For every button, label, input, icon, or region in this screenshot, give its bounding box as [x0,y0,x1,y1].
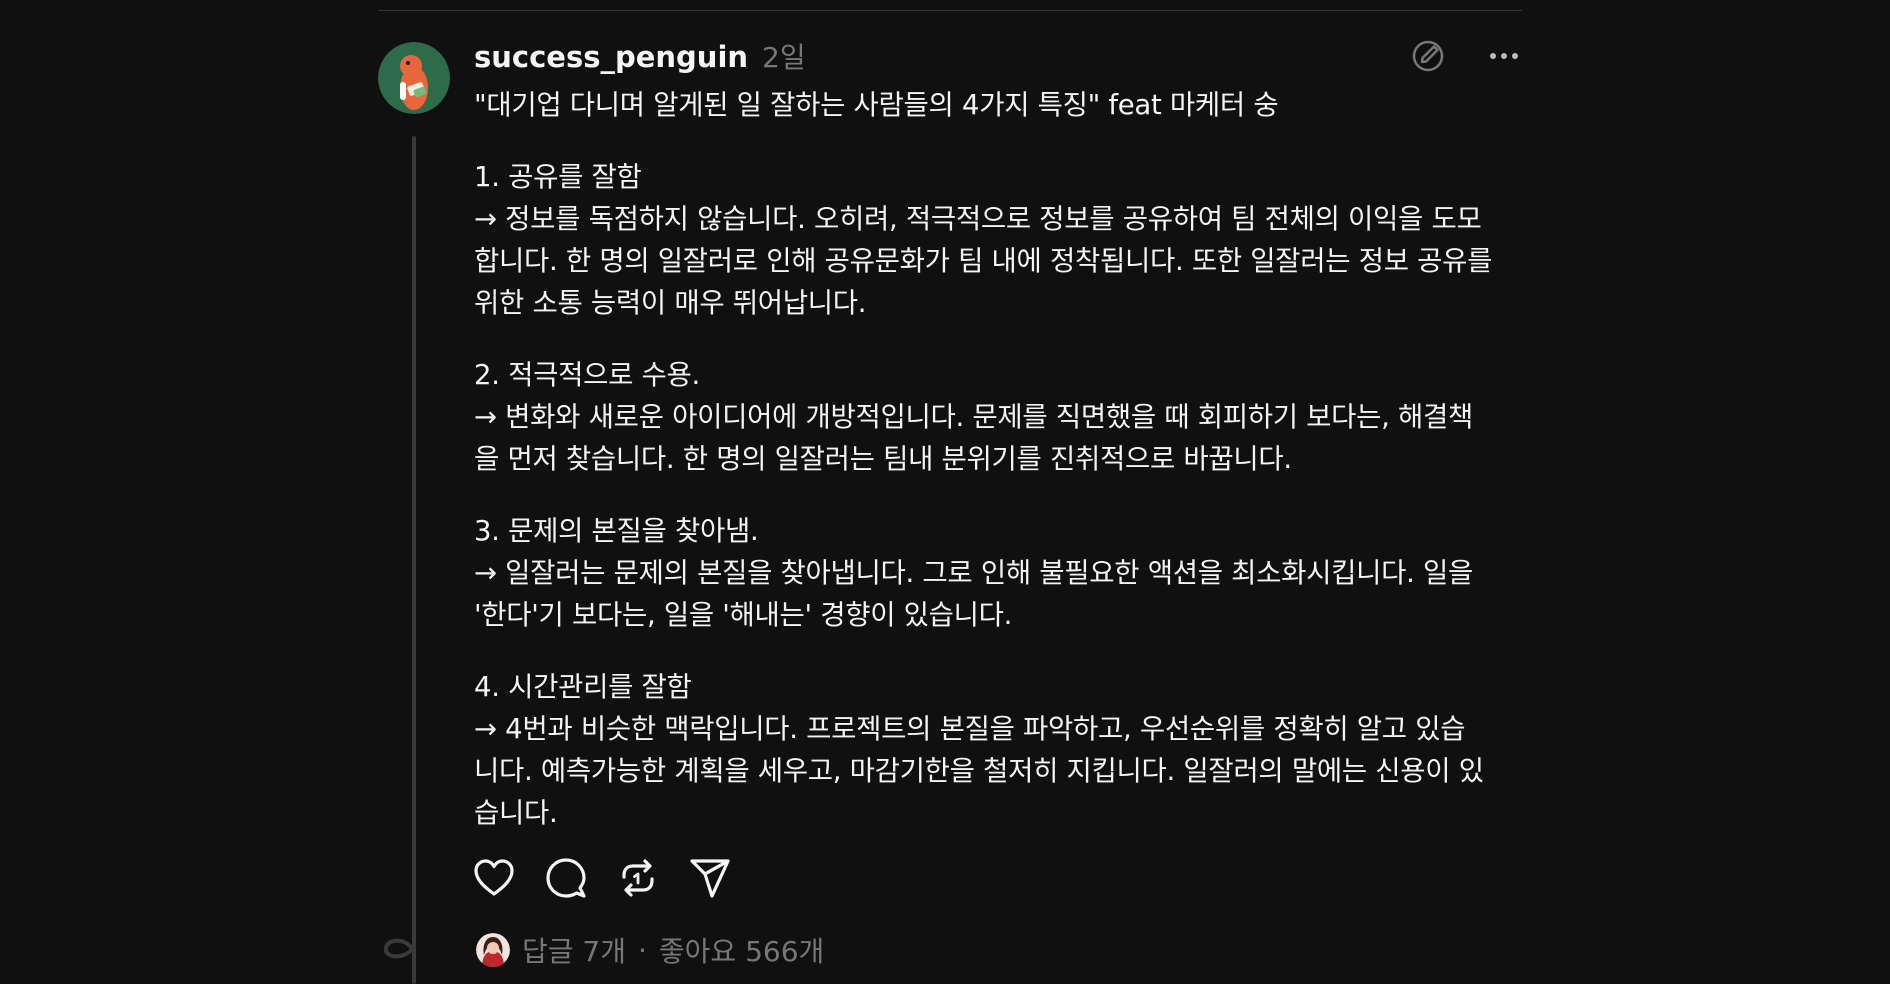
post-text-line: 습니다. [474,797,558,829]
repost-icon[interactable] [616,856,660,900]
like-count-link[interactable]: 좋아요 566개 [659,930,824,970]
thread-line [412,136,416,984]
more-horizontal-icon[interactable] [1486,38,1522,74]
post-text-line: '한다'기 보다는, 일을 '해내는' 경향이 있습니다. [474,599,1013,631]
post-body: "대기업 다니며 알게된 일 잘하는 사람들의 4가지 특징" feat 마케터… [474,84,1534,834]
edit-circle-icon[interactable] [1410,38,1446,74]
post-text-line: → 일잘러는 문제의 본질을 찾아냅니다. 그로 인해 불필요한 액션을 최소화… [474,557,1474,589]
post-text-line: → 변화와 새로운 아이디어에 개방적입니다. 문제를 직면했을 때 회피하기 … [474,401,1474,433]
reply-avatar [476,933,510,967]
post-footer: 답글 7개 · 좋아요 566개 [476,928,824,972]
thread-curl [383,938,414,959]
send-icon[interactable] [688,856,732,900]
post-text-line: → 정보를 독점하지 않습니다. 오히려, 적극적으로 정보를 공유하여 팀 전… [474,203,1482,235]
comment-bubble-icon[interactable] [544,856,588,900]
author-avatar[interactable] [378,42,450,114]
post-text-line: 니다. 예측가능한 계획을 세우고, 마감기한을 철저히 지킵니다. 일잘러의 … [474,755,1484,787]
heart-icon[interactable] [472,856,516,900]
reply-count-link[interactable]: 답글 7개 [522,930,626,970]
post-text-line: "대기업 다니며 알게된 일 잘하는 사람들의 4가지 특징" feat 마케터… [474,89,1279,121]
post-time: 2일 [762,41,806,74]
header-actions [1410,36,1522,76]
post-text-line: 을 먼저 찾습니다. 한 명의 일잘러는 팀내 분위기를 진취적으로 바꿉니다. [474,443,1292,475]
post-text-line: 3. 문제의 본질을 찾아냄. [474,515,759,547]
post-text-line: → 4번과 비슷한 맥락입니다. 프로젝트의 본질을 파악하고, 우선순위를 정… [474,713,1466,745]
post-text-line: 위한 소통 능력이 매우 뛰어납니다. [474,287,867,319]
post-text-line: 4. 시간관리를 잘함 [474,671,692,703]
thread-post-page: success_penguin 2일 "대기업 다니며 알게된 일 잘하는 사람… [0,0,1890,984]
footer-separator: · [638,933,647,967]
post-text-line: 합니다. 한 명의 일잘러로 인해 공유문화가 팀 내에 정착됩니다. 또한 일… [474,245,1493,277]
author-username[interactable]: success_penguin [474,40,748,74]
post-actions [472,856,732,904]
post-header: success_penguin 2일 [474,36,806,76]
post-text-line: 1. 공유를 잘함 [474,161,642,193]
top-divider [378,10,1522,11]
post-text-line: 2. 적극적으로 수용. [474,359,700,391]
